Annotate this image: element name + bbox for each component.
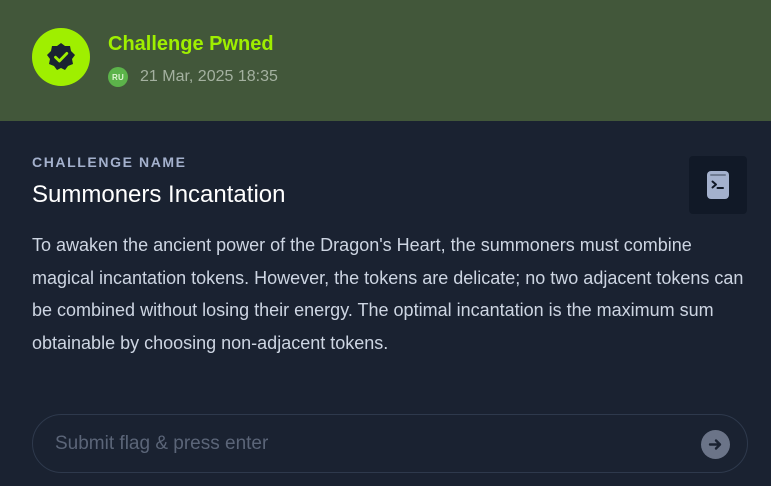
pwned-badge	[32, 28, 90, 86]
flag-field	[32, 414, 748, 473]
challenge-description: To awaken the ancient power of the Drago…	[32, 235, 744, 353]
challenge-title: Summoners Incantation	[32, 181, 286, 208]
pwn-meta: RU 21 Mar, 2025 18:35	[108, 66, 278, 88]
status-title: Challenge Pwned	[108, 33, 274, 55]
pwned-header: Challenge Pwned RU 21 Mar, 2025 18:35	[0, 0, 771, 121]
pwn-timestamp: 21 Mar, 2025 18:35	[140, 68, 278, 85]
submit-flag-button[interactable]	[701, 430, 730, 459]
section-label: CHALLENGE NAME	[32, 154, 187, 170]
arrow-right-icon	[708, 439, 722, 450]
avatar[interactable]: RU	[108, 67, 128, 87]
flag-input[interactable]	[33, 415, 747, 472]
challenge-card: Challenge Pwned RU 21 Mar, 2025 18:35 CH…	[0, 0, 771, 486]
verified-check-icon	[47, 43, 75, 70]
terminal-button[interactable]	[689, 156, 747, 214]
terminal-doc-icon	[707, 171, 729, 199]
